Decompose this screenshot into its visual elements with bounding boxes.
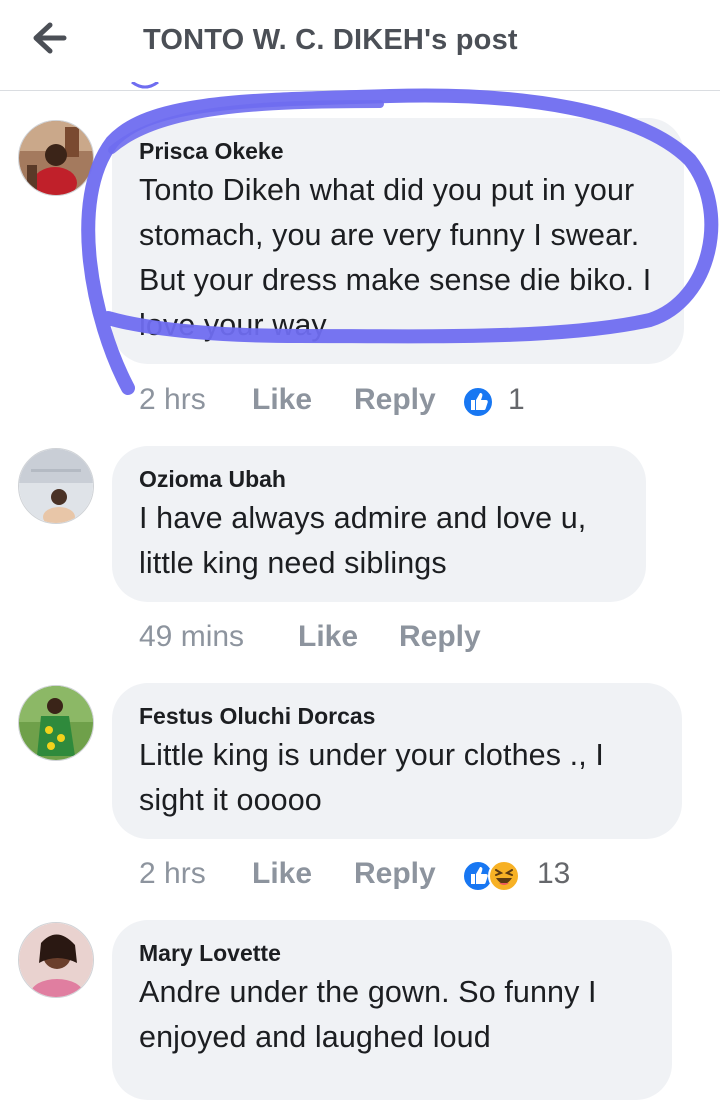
post-header: TONTO W. C. DIKEH's post [0, 0, 720, 91]
like-button[interactable]: Like [252, 854, 312, 894]
page-title: TONTO W. C. DIKEH's post [143, 24, 518, 56]
previous-comment-cutoff [131, 82, 159, 89]
reaction-count: 1 [508, 383, 525, 416]
comment-text: Andre under the gown. So funny I enjoyed… [139, 975, 597, 1054]
comment-time[interactable]: 2 hrs [139, 854, 206, 894]
comment-text: Little king is under your clothes ., I s… [139, 738, 604, 817]
avatar[interactable] [18, 685, 94, 761]
comment-bubble: Mary Lovette Andre under the gown. So fu… [112, 920, 672, 1100]
reaction-count: 13 [537, 857, 571, 890]
reply-button[interactable]: Reply [399, 617, 481, 657]
reply-button[interactable]: Reply [354, 854, 436, 894]
like-reaction-icon [462, 386, 494, 418]
reply-button[interactable]: Reply [354, 380, 436, 420]
comment-author[interactable]: Prisca Okeke [139, 138, 660, 164]
like-button[interactable]: Like [252, 380, 312, 420]
comment-author[interactable]: Ozioma Ubah [139, 466, 622, 492]
comment-bubble: Ozioma Ubah I have always admire and lov… [112, 446, 646, 602]
avatar[interactable] [18, 922, 94, 998]
comment-bubble: Festus Oluchi Dorcas Little king is unde… [112, 683, 682, 839]
avatar[interactable] [18, 120, 94, 196]
comment-author[interactable]: Festus Oluchi Dorcas [139, 703, 658, 729]
comment-text: I have always admire and love u, little … [139, 501, 587, 580]
comment-time[interactable]: 2 hrs [139, 380, 206, 420]
like-button[interactable]: Like [298, 617, 358, 657]
comment-time[interactable]: 49 mins [139, 617, 244, 657]
avatar[interactable] [18, 448, 94, 524]
arrow-left-icon [33, 22, 67, 54]
haha-reaction-icon [488, 860, 520, 892]
comment-author[interactable]: Mary Lovette [139, 940, 648, 966]
comment-text: Tonto Dikeh what did you put in your sto… [139, 173, 652, 342]
back-button[interactable] [22, 16, 72, 62]
comment-bubble: Prisca Okeke Tonto Dikeh what did you pu… [112, 118, 684, 364]
